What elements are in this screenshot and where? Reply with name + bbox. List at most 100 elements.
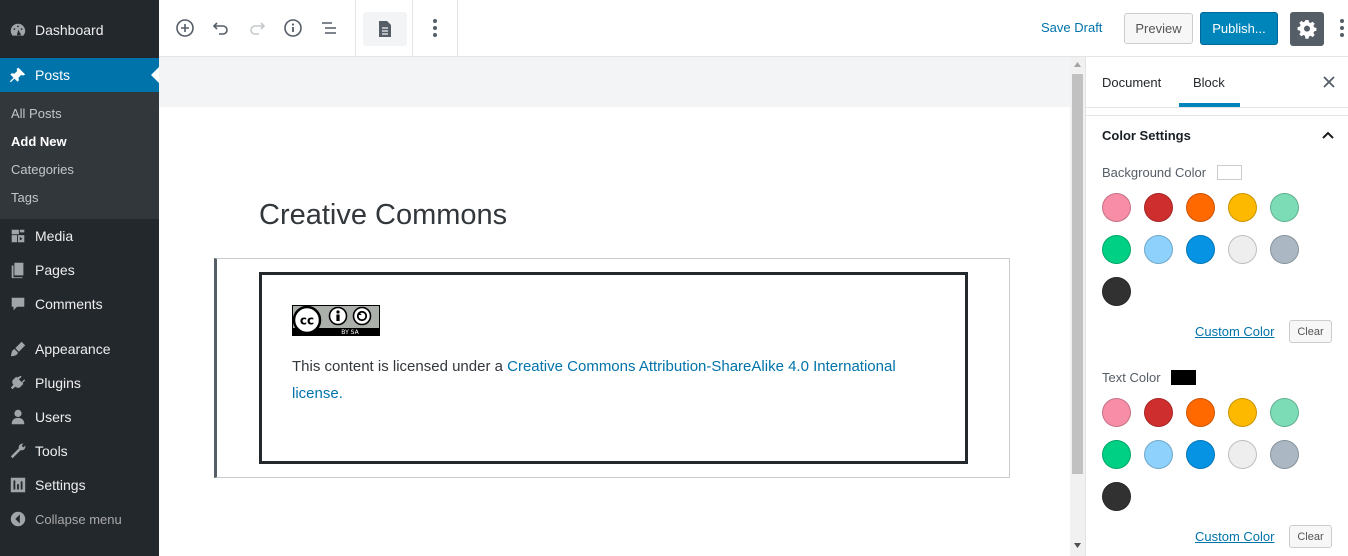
tab-document[interactable]: Document [1102,75,1161,90]
plug-icon [8,373,28,393]
background-color-swatch[interactable] [1228,235,1257,264]
post-title[interactable]: Creative Commons [259,199,507,232]
panel-collapse-button[interactable] [1318,125,1338,145]
more-options-button[interactable] [1335,14,1348,42]
text-color-swatch[interactable] [1228,398,1257,427]
brush-icon [8,339,28,359]
editor-canvas: Creative Commons cc BY SA This content i… [159,57,1070,556]
collapse-menu-button[interactable]: Collapse menu [0,502,159,536]
posts-submenu: All Posts Add New Categories Tags [0,92,159,219]
panel-divider [1086,115,1348,116]
badge-text: BY SA [341,329,359,336]
menu-item-tools[interactable]: Tools [0,434,159,468]
scroll-up-arrow-icon[interactable] [1074,62,1081,67]
text-color-swatch[interactable] [1270,398,1299,427]
submenu-all-posts[interactable]: All Posts [11,106,62,121]
text-custom-color-link[interactable]: Custom Color [1195,529,1274,544]
close-sidebar-button[interactable] [1318,71,1340,93]
admin-sidebar: Dashboard Posts All Posts Add New Catego… [0,0,159,556]
settings-toggle-button[interactable] [1290,12,1324,46]
background-color-swatch[interactable] [1144,193,1173,222]
undo-icon [212,22,228,35]
editor-toolbar: Save Draft Preview Publish... [159,0,1348,57]
text-color-swatch[interactable] [1270,440,1299,469]
editor-header-band [159,57,1070,107]
scroll-thumb[interactable] [1072,74,1083,474]
preview-button[interactable]: Preview [1124,13,1193,44]
background-color-swatch[interactable] [1102,235,1131,264]
menu-label: Plugins [35,375,81,391]
background-color-swatch[interactable] [1186,193,1215,222]
settings-sidebar: Document Block Color Settings Background… [1085,57,1348,556]
document-icon [379,21,391,37]
menu-item-comments[interactable]: Comments [0,287,159,321]
close-icon [1323,76,1335,88]
menu-label: Dashboard [35,22,104,38]
background-color-swatch[interactable] [1186,235,1215,264]
text-color-swatch[interactable] [1228,440,1257,469]
pin-icon [8,65,28,85]
text-color-label: Text Color [1102,370,1161,385]
menu-item-settings[interactable]: Settings [0,468,159,502]
media-icon [8,226,28,246]
menu-item-media[interactable]: Media [0,219,159,253]
background-color-indicator [1217,165,1242,180]
editor-scrollbar[interactable] [1070,57,1085,556]
block-more-button[interactable] [421,14,449,42]
menu-item-plugins[interactable]: Plugins [0,366,159,400]
save-draft-button[interactable]: Save Draft [1041,20,1102,35]
text-clear-button[interactable]: Clear [1289,525,1332,548]
menu-label: Appearance [35,341,111,357]
chevron-up-icon [1322,131,1334,139]
more-vertical-icon [1340,19,1344,37]
menu-label: Pages [35,262,75,278]
background-color-swatch[interactable] [1228,193,1257,222]
background-color-swatch[interactable] [1144,235,1173,264]
text-color-swatch[interactable] [1144,440,1173,469]
menu-label: Tools [35,443,68,459]
collapse-arrow-icon [8,509,28,529]
background-color-swatch[interactable] [1102,277,1131,306]
submenu-categories[interactable]: Categories [11,162,74,177]
background-color-swatch[interactable] [1270,235,1299,264]
info-button[interactable] [279,14,307,42]
submenu-tags[interactable]: Tags [11,190,38,205]
submenu-add-new[interactable]: Add New [11,134,67,149]
scroll-down-arrow-icon[interactable] [1074,543,1081,548]
background-color-label: Background Color [1102,165,1207,180]
tab-block[interactable]: Block [1193,75,1225,90]
settings-sliders-icon [8,475,28,495]
add-block-button[interactable] [171,14,199,42]
background-custom-color-link[interactable]: Custom Color [1195,324,1274,339]
menu-item-posts[interactable]: Posts [0,58,159,92]
text-color-swatch[interactable] [1186,440,1215,469]
menu-label: Posts [35,67,71,83]
menu-label: Users [35,409,72,425]
background-color-swatch[interactable] [1102,193,1131,222]
publish-button[interactable]: Publish... [1200,12,1278,45]
license-paragraph[interactable]: This content is licensed under a Creativ… [292,353,932,407]
toolbar-divider [412,0,413,56]
menu-item-dashboard[interactable]: Dashboard [0,13,159,47]
background-clear-button[interactable]: Clear [1289,320,1332,343]
text-color-swatch[interactable] [1186,398,1215,427]
toolbar-divider [457,0,458,56]
license-block[interactable]: cc BY SA This content is licensed under … [259,272,968,464]
text-color-swatch[interactable] [1102,440,1131,469]
svg-text:cc: cc [300,314,314,328]
dashboard-icon [8,20,28,40]
color-settings-title[interactable]: Color Settings [1102,128,1191,143]
text-color-swatch[interactable] [1102,482,1131,511]
outline-button[interactable] [315,14,343,42]
redo-button[interactable] [243,14,271,42]
background-color-swatch[interactable] [1270,193,1299,222]
undo-button[interactable] [207,14,235,42]
menu-item-appearance[interactable]: Appearance [0,332,159,366]
collapse-label: Collapse menu [35,511,122,527]
text-color-swatch[interactable] [1144,398,1173,427]
menu-item-users[interactable]: Users [0,400,159,434]
menu-label: Settings [35,477,86,493]
block-type-button[interactable] [363,12,407,46]
text-color-swatch[interactable] [1102,398,1131,427]
menu-item-pages[interactable]: Pages [0,253,159,287]
